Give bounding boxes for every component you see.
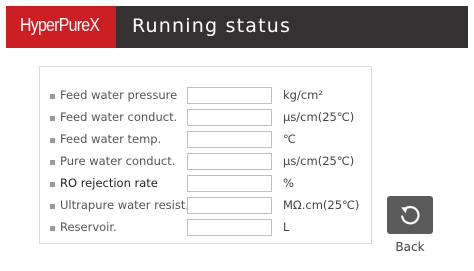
brand-logo-text: HyperPureX xyxy=(20,15,100,35)
status-value-field xyxy=(187,153,272,170)
status-row-feed-water-pressure: Feed water pressure kg/cm² xyxy=(40,87,371,107)
status-unit: L xyxy=(283,220,290,234)
header-bar: HyperPureX Running status xyxy=(6,6,468,48)
status-label: Feed water conduct. xyxy=(60,110,178,124)
brand-logo: HyperPureX xyxy=(6,6,116,48)
status-row-reservoir: Reservoir. L xyxy=(40,219,371,239)
status-row-ultrapure-water-resistivity: Ultrapure water resist. MΩ.cm(25℃) xyxy=(40,197,371,217)
bullet-marker xyxy=(50,138,55,143)
status-label: Ultrapure water resist. xyxy=(60,198,190,212)
status-row-feed-water-temp: Feed water temp. ℃ xyxy=(40,131,371,151)
bullet-marker xyxy=(50,182,55,187)
page-title: Running status xyxy=(132,15,292,37)
status-label: Feed water pressure xyxy=(60,88,178,102)
status-value-field xyxy=(187,219,272,236)
bullet-marker xyxy=(50,94,55,99)
status-unit: kg/cm² xyxy=(283,88,323,102)
back-button-label[interactable]: Back xyxy=(387,240,433,254)
back-button[interactable] xyxy=(387,196,433,234)
status-unit: μs/cm(25℃) xyxy=(283,154,355,168)
bullet-marker xyxy=(50,204,55,209)
status-unit: MΩ.cm(25℃) xyxy=(283,198,360,212)
status-row-feed-water-conductivity: Feed water conduct. μs/cm(25℃) xyxy=(40,109,371,129)
bullet-marker xyxy=(50,226,55,231)
status-label: Feed water temp. xyxy=(60,132,162,146)
status-row-ro-rejection-rate: RO rejection rate % xyxy=(40,175,371,195)
bullet-marker xyxy=(50,160,55,165)
running-status-screen: HyperPureX Running status Feed water pre… xyxy=(0,0,474,271)
bullet-marker xyxy=(50,116,55,121)
status-unit: % xyxy=(283,176,294,190)
status-label: Reservoir. xyxy=(60,220,117,234)
status-value-field xyxy=(187,175,272,192)
status-unit: ℃ xyxy=(283,132,296,146)
status-value-field xyxy=(187,87,272,104)
status-label: Pure water conduct. xyxy=(60,154,176,168)
status-value-field xyxy=(187,197,272,214)
status-value-field xyxy=(187,131,272,148)
status-panel: Feed water pressure kg/cm² Feed water co… xyxy=(39,66,372,244)
status-label: RO rejection rate xyxy=(60,176,158,190)
status-row-pure-water-conductivity: Pure water conduct. μs/cm(25℃) xyxy=(40,153,371,173)
undo-arrow-icon xyxy=(401,205,420,225)
status-unit: μs/cm(25℃) xyxy=(283,110,355,124)
status-value-field xyxy=(187,109,272,126)
